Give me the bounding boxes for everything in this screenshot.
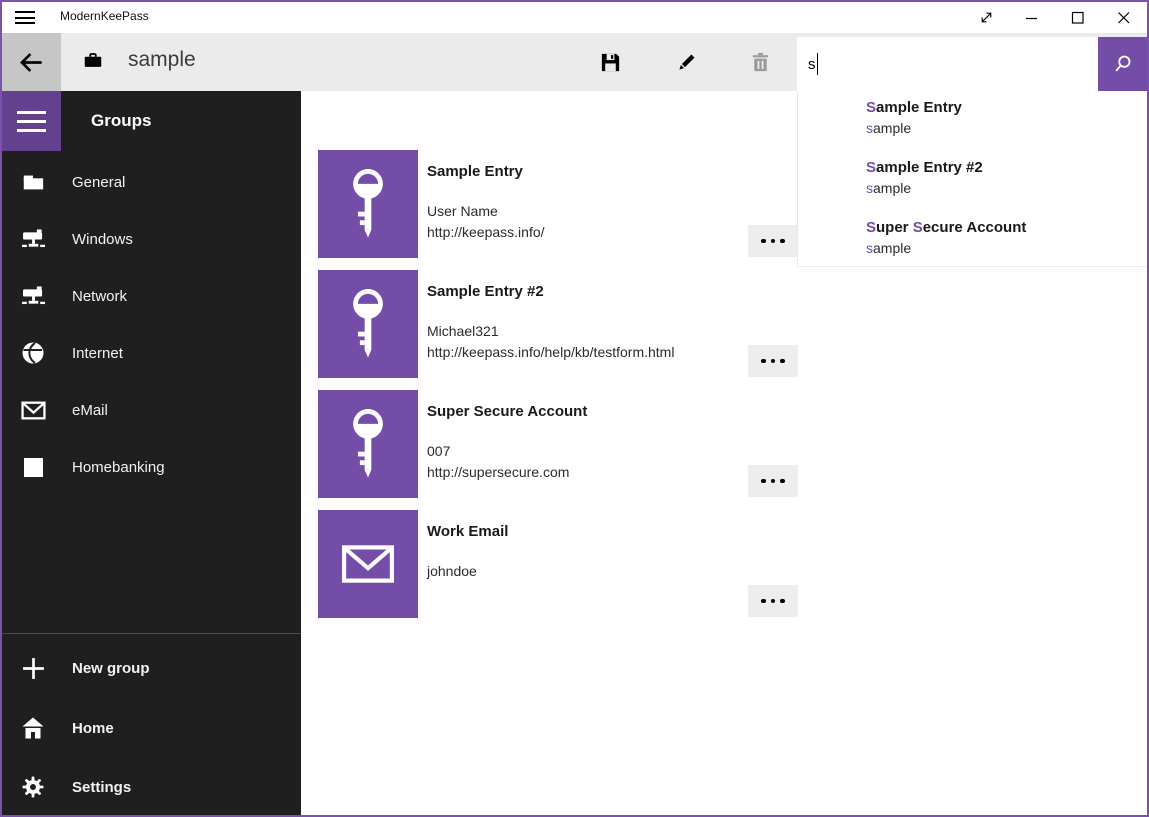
entry-tile[interactable] [318, 270, 418, 378]
text-caret [817, 53, 819, 75]
suggestion-title: Sample Entry #2 [866, 158, 1136, 178]
back-arrow-icon [18, 49, 45, 76]
maximize-button[interactable] [1055, 2, 1101, 33]
edit-button[interactable] [662, 33, 710, 91]
plus-icon [20, 655, 46, 681]
fullscreen-toggle-button[interactable] [963, 2, 1009, 33]
search-input[interactable]: s [797, 37, 1098, 91]
sidebar-item-homebanking[interactable]: Homebanking [2, 440, 301, 494]
app-window: ModernKeePass [0, 0, 1149, 817]
sidebar-item-label: General [72, 174, 125, 191]
save-icon [599, 51, 622, 74]
suggestion-subtitle: sample [866, 118, 1136, 138]
entry-title: Sample Entry #2 [427, 283, 544, 300]
database-title: sample [128, 48, 196, 72]
suggestion-item[interactable]: Sample Entry sample [866, 98, 1136, 146]
home-button[interactable]: Home [2, 701, 301, 755]
suggestion-title: Sample Entry [866, 98, 1136, 118]
entry-details: johndoe [427, 561, 477, 582]
back-button[interactable] [2, 33, 61, 91]
entry-details: Michael321 http://keepass.info/help/kb/t… [427, 321, 674, 363]
groups-header: Groups [91, 91, 151, 151]
suggestion-item[interactable]: Super Secure Account sample [866, 218, 1136, 266]
more-button[interactable] [748, 465, 798, 497]
entry-url: http://supersecure.com [427, 462, 569, 483]
suggestion-title: Super Secure Account [866, 218, 1136, 238]
app-title: ModernKeePass [60, 9, 149, 23]
sidebar-item-windows[interactable]: Windows [2, 212, 301, 266]
sidebar-item-label: eMail [72, 402, 108, 419]
more-button[interactable] [748, 345, 798, 377]
suggestion-subtitle: sample [866, 178, 1136, 198]
entry-title: Sample Entry [427, 163, 523, 180]
delete-button[interactable] [736, 33, 784, 91]
search-icon [1112, 53, 1134, 75]
folder-icon [20, 169, 46, 195]
database-icon [82, 50, 104, 69]
entry-url: http://keepass.info/help/kb/testform.htm… [427, 342, 674, 363]
window-controls [963, 2, 1147, 33]
entry-title: Super Secure Account [427, 403, 587, 420]
network-icon [20, 226, 46, 252]
nav-hamburger-button[interactable] [2, 91, 61, 151]
entry-details: User Name http://keepass.info/ [427, 201, 545, 243]
sidebar-item-general[interactable]: General [2, 155, 301, 209]
titlebar: ModernKeePass [2, 2, 1147, 33]
entry-url: http://keepass.info/ [427, 222, 545, 243]
sidebar-item-label: Homebanking [72, 459, 165, 476]
key-icon [345, 407, 391, 481]
sidebar-item-internet[interactable]: Internet [2, 326, 301, 380]
home-icon [20, 715, 46, 741]
entry-title: Work Email [427, 523, 508, 540]
mail-icon [341, 544, 395, 584]
titlebar-hamburger-icon[interactable] [15, 11, 35, 24]
sidebar-item-label: Settings [72, 779, 131, 796]
more-button[interactable] [748, 585, 798, 617]
pencil-icon [675, 51, 698, 74]
diagonal-resize-icon [977, 8, 996, 27]
entry-tile[interactable] [318, 150, 418, 258]
entry-tile[interactable] [318, 390, 418, 498]
key-icon [345, 167, 391, 241]
minimize-button[interactable] [1009, 2, 1055, 33]
gear-icon [20, 774, 46, 800]
square-icon [20, 454, 46, 480]
search-text: s [808, 56, 816, 73]
entry-username: User Name [427, 201, 545, 222]
minimize-icon [1022, 8, 1042, 28]
sidebar-item-label: New group [72, 660, 150, 677]
search-button[interactable] [1098, 37, 1147, 91]
trash-icon [749, 51, 772, 74]
entry-username: Michael321 [427, 321, 674, 342]
sidebar-item-label: Windows [72, 231, 133, 248]
sidebar-item-label: Home [72, 720, 114, 737]
sidebar-item-label: Network [72, 288, 127, 305]
sidebar-item-network[interactable]: Network [2, 269, 301, 323]
suggestion-item[interactable]: Sample Entry #2 sample [866, 158, 1136, 206]
suggestion-subtitle: sample [866, 238, 1136, 258]
search-suggestions-dropdown: Sample Entry sample Sample Entry #2 samp… [797, 91, 1147, 267]
network-icon [20, 283, 46, 309]
entry-details: 007 http://supersecure.com [427, 441, 569, 483]
close-icon [1114, 8, 1134, 28]
new-group-button[interactable]: New group [2, 641, 301, 695]
more-button[interactable] [748, 225, 798, 257]
entry-username: johndoe [427, 561, 477, 582]
sidebar-item-label: Internet [72, 345, 123, 362]
globe-icon [20, 340, 46, 366]
sidebar-item-email[interactable]: eMail [2, 383, 301, 437]
close-button[interactable] [1101, 2, 1147, 33]
settings-button[interactable]: Settings [2, 760, 301, 814]
entry-tile[interactable] [318, 510, 418, 618]
pane-separator [2, 633, 301, 634]
entry-username: 007 [427, 441, 569, 462]
key-icon [345, 287, 391, 361]
save-button[interactable] [586, 33, 634, 91]
maximize-icon [1068, 8, 1088, 28]
mail-icon [20, 397, 46, 423]
